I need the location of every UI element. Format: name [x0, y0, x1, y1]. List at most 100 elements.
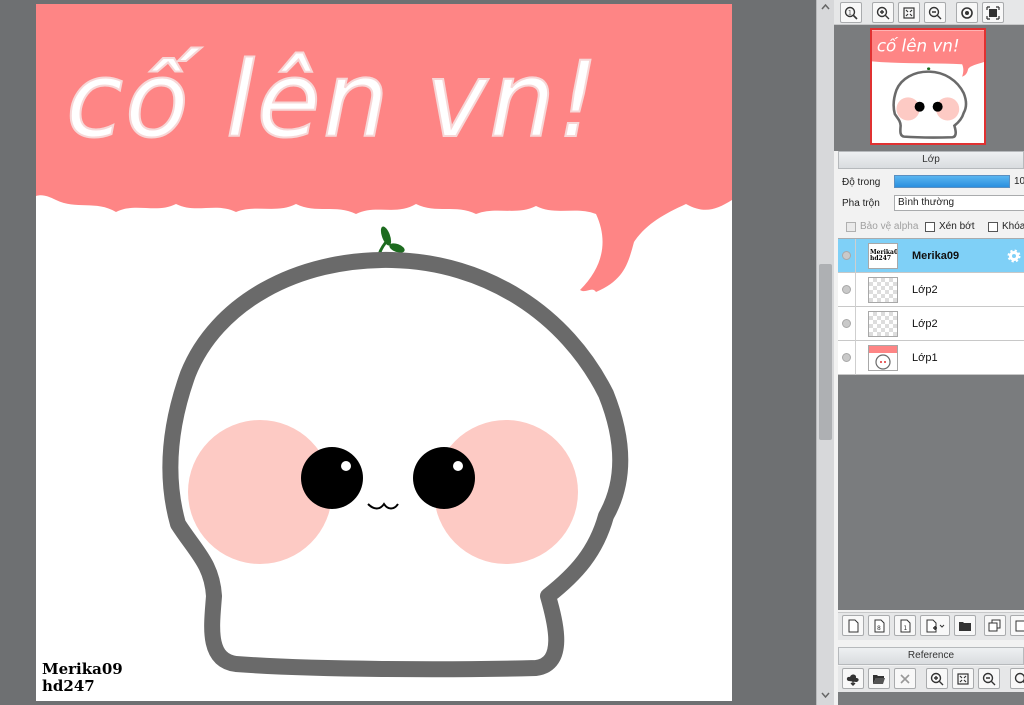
layer-name: Lớp2 [912, 284, 938, 296]
svg-text:cố lên vn!: cố lên vn! [877, 36, 960, 56]
zoom-out-button[interactable] [924, 2, 946, 23]
row-divider [855, 273, 856, 307]
visibility-toggle-icon[interactable] [842, 319, 851, 328]
layer-row-lop1[interactable]: Lớp1 [838, 341, 1024, 375]
duplicate-icon [988, 619, 1001, 631]
new-1bit-layer-button[interactable]: 1 [894, 615, 916, 636]
opacity-label: Độ trong [842, 177, 881, 188]
layer-panel-title: Lớp [838, 151, 1024, 169]
svg-text:1: 1 [904, 625, 908, 632]
new-1bit-layer-icon: 1 [900, 619, 911, 632]
right-panel: 1 cố lên vn! Lớp Độ trong 10 Pha trộn Bì… [834, 0, 1024, 705]
fit-screen-icon [903, 6, 915, 19]
new-page-icon [848, 619, 859, 632]
artwork-canvas[interactable]: cố lên vn! Merika09 hd247 [36, 4, 732, 701]
credit-line-2: hd247 [42, 677, 95, 695]
eye-left [301, 447, 363, 509]
fit-screen-icon [957, 672, 969, 685]
layer-toolbar: 8 1 [838, 612, 1024, 640]
layer-row-lop2-a[interactable]: Lớp2 [838, 273, 1024, 307]
new-8bit-layer-button[interactable]: 8 [868, 615, 890, 636]
lock-checkbox[interactable]: Khóa [988, 221, 1024, 232]
protect-alpha-checkbox[interactable]: Bảo vệ alpha [846, 221, 918, 232]
close-icon [900, 673, 910, 684]
clipping-label: Xén bớt [939, 221, 975, 232]
layer-row-lop2-b[interactable]: Lớp2 [838, 307, 1024, 341]
layer-list[interactable]: Merika09 hd247 Merika09 Lớp2 Lớp2 [838, 238, 1024, 610]
zoom-out-icon [982, 672, 996, 685]
eye-right-highlight [453, 461, 463, 471]
layer-settings-button[interactable] [1010, 615, 1024, 636]
rotate-icon [961, 6, 973, 19]
reference-preview[interactable] [838, 692, 1024, 705]
thumb-text: hd247 [870, 255, 892, 262]
layer-settings-icon [1015, 620, 1024, 631]
fit-screen-button[interactable] [898, 2, 920, 23]
eye-left-highlight [341, 461, 351, 471]
reference-fit-button[interactable] [952, 668, 974, 689]
blend-mode-select[interactable]: Bình thường [894, 195, 1024, 211]
lock-label: Khóa [1002, 221, 1024, 232]
eye-right [413, 447, 475, 509]
scroll-up-button[interactable] [819, 2, 832, 12]
clipping-checkbox[interactable]: Xén bớt [925, 221, 974, 232]
scroll-down-button[interactable] [819, 690, 832, 700]
layer-name: Lớp1 [912, 352, 938, 364]
reference-zoom-out-button[interactable] [978, 668, 1000, 689]
reference-close-button[interactable] [894, 668, 916, 689]
artwork-illustration: cố lên vn! [36, 4, 732, 678]
layer-properties: Độ trong 100 Pha trộn Bình thường Bảo vệ… [838, 170, 1024, 238]
row-divider [855, 341, 856, 375]
navigator-toolbar: 1 [834, 0, 1024, 25]
credit-line-1: Merika09 [42, 660, 123, 678]
navigator-preview[interactable]: cố lên vn! [834, 25, 1024, 151]
visibility-toggle-icon[interactable] [842, 353, 851, 362]
opacity-slider[interactable] [894, 175, 1010, 188]
add-layer-icon [926, 619, 945, 632]
scroll-thumb[interactable] [819, 264, 832, 440]
navigator-viewport-frame[interactable]: cố lên vn! [870, 28, 986, 145]
canvas-area[interactable]: cố lên vn! Merika09 hd247 [0, 0, 816, 705]
reference-panel-title: Reference [838, 647, 1024, 665]
layer-name: Merika09 [912, 250, 960, 262]
navigator-thumbnail: cố lên vn! [872, 30, 984, 139]
svg-text:1: 1 [848, 9, 852, 16]
reference-open-button[interactable] [868, 668, 890, 689]
layer-thumbnail [868, 345, 898, 371]
duplicate-layer-button[interactable] [984, 615, 1006, 636]
folder-open-icon [873, 674, 885, 684]
layer-thumbnail [868, 277, 898, 303]
gear-icon[interactable] [1006, 248, 1022, 264]
layer-thumbnail: Merika09 hd247 [868, 243, 898, 269]
canvas-vertical-scrollbar[interactable] [816, 0, 834, 705]
row-divider [855, 307, 856, 341]
new-8bit-layer-icon: 8 [874, 619, 885, 632]
reference-zoom-in-button[interactable] [926, 668, 948, 689]
layer-thumbnail [868, 311, 898, 337]
reference-zoom-reset-button[interactable] [1010, 668, 1024, 689]
new-layer-button[interactable] [842, 615, 864, 636]
new-folder-button[interactable] [954, 615, 976, 636]
layer-thumbnail-art [869, 346, 897, 370]
protect-alpha-label: Bảo vệ alpha [860, 221, 919, 232]
zoom-in-icon [876, 6, 890, 19]
sprout-leaf-left [380, 226, 392, 246]
cloud-download-icon [846, 673, 859, 686]
fullscreen-icon [986, 5, 1000, 20]
zoom-reset-button[interactable]: 1 [840, 2, 862, 23]
svg-text:8: 8 [877, 625, 881, 632]
visibility-toggle-icon[interactable] [842, 285, 851, 294]
zoom-out-icon [928, 6, 942, 19]
zoom-in-button[interactable] [872, 2, 894, 23]
fullscreen-button[interactable] [982, 2, 1004, 23]
visibility-toggle-icon[interactable] [842, 251, 851, 260]
folder-icon [959, 621, 971, 631]
headline-text: cố lên vn! [66, 39, 601, 161]
rotate-button[interactable] [956, 2, 978, 23]
layer-row-merika09[interactable]: Merika09 hd247 Merika09 [838, 239, 1024, 273]
zoom-reset-icon [1014, 672, 1024, 683]
reference-import-button[interactable] [842, 668, 864, 689]
chevron-down-icon [821, 692, 830, 699]
add-layer-dropdown-button[interactable] [920, 615, 950, 636]
reference-toolbar [838, 666, 1024, 692]
